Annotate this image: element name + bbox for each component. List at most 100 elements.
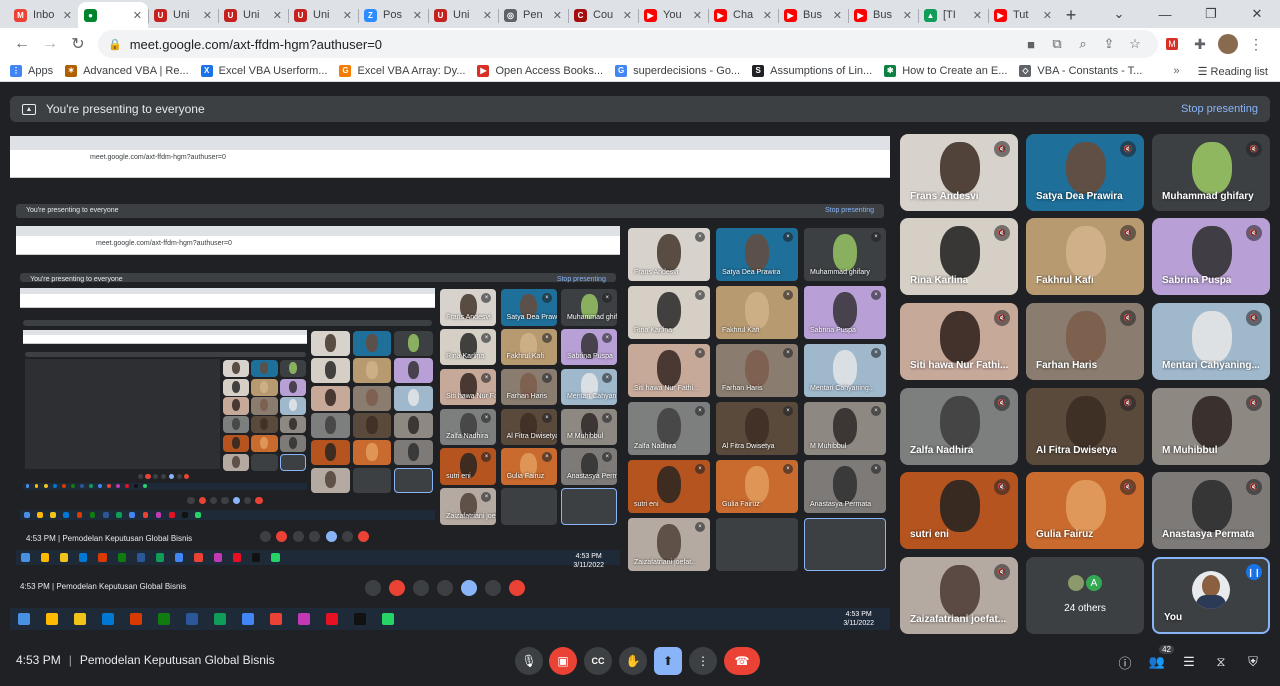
tab-close-icon[interactable]: ✕ bbox=[343, 9, 352, 22]
activities-button[interactable]: ⧖ bbox=[1210, 651, 1232, 673]
browser-tab[interactable]: U Uni ✕ bbox=[218, 2, 288, 28]
browser-tab[interactable]: Z Pos ✕ bbox=[358, 2, 428, 28]
participant-tile[interactable]: 🔇 Rina Karlina bbox=[900, 218, 1018, 295]
reading-list-button[interactable]: ☰ Reading list bbox=[1198, 65, 1268, 78]
mirrored-toolbar: meet.google.com/axt-ffdm-hgm?authuser=0 bbox=[16, 235, 620, 247]
menu-icon[interactable]: ⋮ bbox=[1242, 30, 1270, 58]
address-bar[interactable]: 🔒 meet.google.com/axt-ffdm-hgm?authuser=… bbox=[98, 30, 1158, 58]
chevron-down-icon[interactable]: ⌄ bbox=[1096, 0, 1142, 28]
participant-tile[interactable]: 🔇 Mentari Cahyaning... bbox=[1152, 303, 1270, 380]
mirrored-mic-off-icon: × bbox=[481, 412, 492, 423]
close-icon[interactable]: ✕ bbox=[1234, 0, 1280, 28]
bookmark-item[interactable]: X Excel VBA Userform... bbox=[200, 64, 327, 77]
participant-tile[interactable]: 🔇 Zalfa Nadhira bbox=[900, 388, 1018, 465]
people-button[interactable]: 👥 42 bbox=[1146, 645, 1174, 673]
tab-close-icon[interactable]: ✕ bbox=[693, 9, 702, 22]
tab-close-icon[interactable]: ✕ bbox=[1043, 9, 1052, 22]
forward-button[interactable]: → bbox=[36, 30, 64, 58]
participant-tile[interactable]: 🔇 Siti hawa Nur Fathi... bbox=[900, 303, 1018, 380]
raise-hand-button[interactable]: ✋ bbox=[619, 647, 647, 675]
participant-tile[interactable]: 🔇 Satya Dea Prawira bbox=[1026, 134, 1144, 211]
participant-tile[interactable]: 🔇 Zaizafatriani joefat... bbox=[900, 557, 1018, 634]
host-controls-button[interactable]: ⛨ bbox=[1242, 651, 1264, 673]
tab-close-icon[interactable]: ✕ bbox=[413, 9, 422, 22]
url-text[interactable]: meet.google.com/axt-ffdm-hgm?authuser=0 bbox=[130, 37, 1018, 52]
bookmark-item[interactable]: ✱ How to Create an E... bbox=[884, 64, 1007, 77]
browser-tab[interactable]: ▶ You ✕ bbox=[638, 2, 708, 28]
browser-tab[interactable]: ▶ Bus ✕ bbox=[778, 2, 848, 28]
captions-button[interactable]: CC bbox=[584, 647, 612, 675]
browser-tab[interactable]: U Uni ✕ bbox=[288, 2, 358, 28]
reload-button[interactable]: ↻ bbox=[64, 30, 92, 58]
bookmark-item[interactable]: ◇ VBA - Constants - T... bbox=[1019, 64, 1142, 77]
participant-tile[interactable]: 🔇 Frans Andesvi bbox=[900, 134, 1018, 211]
browser-tab[interactable]: ▶ Tut ✕ bbox=[988, 2, 1058, 28]
tab-close-icon[interactable]: ✕ bbox=[903, 9, 912, 22]
leave-call-button[interactable]: ☎ bbox=[724, 647, 760, 675]
bookmark-item[interactable]: S Assumptions of Lin... bbox=[752, 64, 872, 77]
chevron-right-icon[interactable]: » bbox=[1173, 65, 1179, 77]
camera-icon[interactable]: ■ bbox=[1018, 37, 1044, 52]
share-icon[interactable]: ⇪ bbox=[1096, 36, 1122, 52]
tab-close-icon[interactable]: ✕ bbox=[833, 9, 842, 22]
tab-close-icon[interactable]: ✕ bbox=[553, 9, 562, 22]
bookmark-item[interactable]: G Excel VBA Array: Dy... bbox=[339, 64, 465, 77]
tab-close-icon[interactable]: ✕ bbox=[133, 9, 142, 22]
participant-tile[interactable]: 🔇 Gulia Fairuz bbox=[1026, 472, 1144, 549]
participant-tile[interactable]: 🔇 Sabrina Puspa bbox=[1152, 218, 1270, 295]
mirrored-participant-tile bbox=[222, 453, 250, 471]
meeting-details-button[interactable]: ⓘ bbox=[1114, 651, 1136, 673]
bookmark-item[interactable]: ⋮ Apps bbox=[10, 64, 53, 77]
profile-avatar[interactable] bbox=[1214, 30, 1242, 58]
self-tile[interactable]: ❙❙ You bbox=[1152, 557, 1270, 634]
mic-off-icon: 🔇 bbox=[1246, 225, 1262, 241]
mirrored-participant-tile: Sabrina Puspa × bbox=[804, 286, 886, 339]
bookmark-item[interactable]: Gsuperdecisions - Go... bbox=[615, 64, 740, 77]
participant-tile[interactable]: 🔇 Muhammad ghifary bbox=[1152, 134, 1270, 211]
browser-tab[interactable]: M Inbo ✕ bbox=[8, 2, 78, 28]
participant-tile[interactable]: 🔇 M Muhibbul bbox=[1152, 388, 1270, 465]
zoom-icon[interactable]: ⌕ bbox=[1070, 36, 1096, 52]
browser-tab[interactable]: U Uni ✕ bbox=[428, 2, 498, 28]
bookmark-item[interactable]: ▶ Open Access Books... bbox=[477, 64, 603, 77]
puzzle-icon[interactable]: ✚ bbox=[1186, 30, 1214, 58]
back-button[interactable]: ← bbox=[8, 30, 36, 58]
tab-close-icon[interactable]: ✕ bbox=[483, 9, 492, 22]
browser-tab[interactable]: ◎ Pen ✕ bbox=[498, 2, 568, 28]
tab-close-icon[interactable]: ✕ bbox=[63, 9, 72, 22]
stop-presenting-button[interactable]: Stop presenting bbox=[1181, 103, 1258, 115]
participant-tile[interactable]: 🔇 Fakhrul Kafi bbox=[1026, 218, 1144, 295]
browser-tab[interactable]: ▶ Cha ✕ bbox=[708, 2, 778, 28]
tab-close-icon[interactable]: ✕ bbox=[203, 9, 212, 22]
bookmark-item[interactable]: ✶ Advanced VBA | Re... bbox=[65, 64, 189, 77]
tab-close-icon[interactable]: ✕ bbox=[763, 9, 772, 22]
minimize-icon[interactable]: — bbox=[1142, 0, 1188, 28]
mirrored-participant-name: Sabrina Puspa bbox=[566, 353, 613, 361]
tab-close-icon[interactable]: ✕ bbox=[273, 9, 282, 22]
extension-icon[interactable]: M bbox=[1158, 30, 1186, 58]
participant-tile[interactable]: 🔇 Anastasya Permata bbox=[1152, 472, 1270, 549]
participant-tile[interactable]: 🔇 sutri eni bbox=[900, 472, 1018, 549]
mirrored-participant-tile: Siti hawa Nur Fathi... × bbox=[628, 344, 710, 397]
camera-off-button[interactable]: ▣ bbox=[549, 647, 577, 675]
browser-tab[interactable]: C Cou ✕ bbox=[568, 2, 638, 28]
tab-close-icon[interactable]: ✕ bbox=[623, 9, 632, 22]
star-icon[interactable]: ☆ bbox=[1122, 36, 1148, 52]
browser-tab[interactable]: ▲ [TI ✕ bbox=[918, 2, 988, 28]
restore-icon[interactable]: ❐ bbox=[1188, 0, 1234, 28]
present-button[interactable]: ⬆ bbox=[654, 647, 682, 675]
more-options-button[interactable]: ⋮ bbox=[689, 647, 717, 675]
participant-tile[interactable]: 🔇 Al Fitra Dwisetya bbox=[1026, 388, 1144, 465]
microphone-button[interactable]: 🎙 bbox=[515, 647, 543, 675]
mirrored-control-button bbox=[153, 473, 159, 479]
others-tile[interactable]: A 24 others bbox=[1026, 557, 1144, 634]
open-external-icon[interactable]: ⧉ bbox=[1044, 36, 1070, 52]
browser-tab[interactable]: U Uni ✕ bbox=[148, 2, 218, 28]
new-tab-button[interactable]: + bbox=[1058, 2, 1084, 28]
tab-close-icon[interactable]: ✕ bbox=[973, 9, 982, 22]
browser-tab[interactable]: ● ✕ bbox=[78, 2, 148, 28]
people-icon: 👥 bbox=[1148, 654, 1166, 669]
browser-tab[interactable]: ▶ Bus ✕ bbox=[848, 2, 918, 28]
chat-button[interactable]: ☰ bbox=[1178, 651, 1200, 673]
participant-tile[interactable]: 🔇 Farhan Haris bbox=[1026, 303, 1144, 380]
